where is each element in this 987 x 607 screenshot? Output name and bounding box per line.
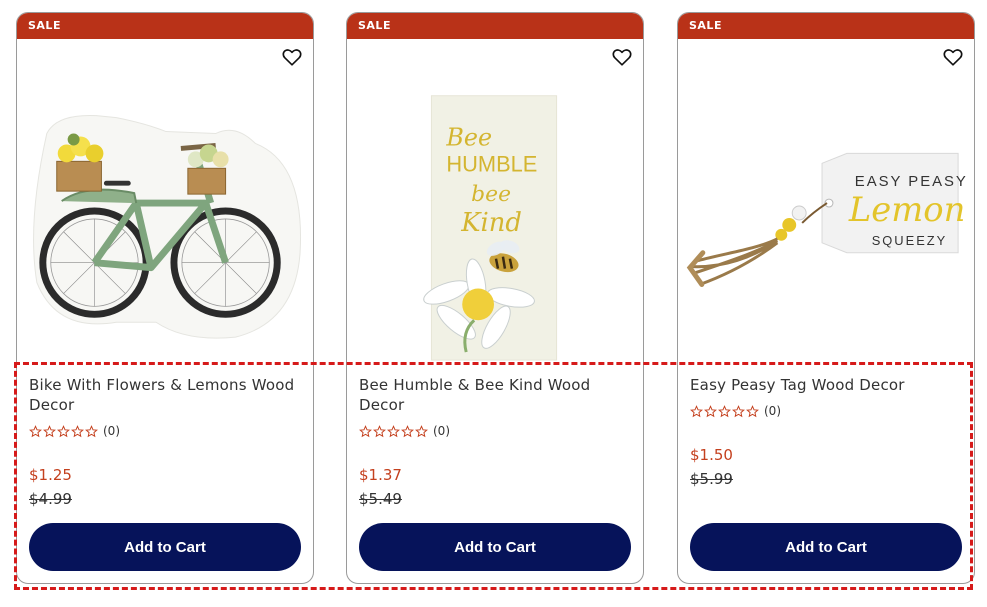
star-outline-icon bbox=[373, 424, 386, 437]
tag-text-line-3: SQUEEZY bbox=[872, 233, 948, 248]
product-image-easy-peasy[interactable]: EASY PEASY Lemon SQUEEZY bbox=[678, 53, 974, 371]
star-outline-icon bbox=[401, 424, 414, 437]
rating-count: (0) bbox=[103, 424, 120, 438]
rating-count: (0) bbox=[433, 424, 450, 438]
sign-text-line-3: bee bbox=[471, 182, 511, 207]
sign-text-line-1: Bee bbox=[445, 123, 492, 151]
star-outline-icon bbox=[29, 424, 42, 437]
star-outline-icon bbox=[57, 424, 70, 437]
product-card-bee[interactable]: SALE Bee HUMBLE bee Kind Bee Humble & Be… bbox=[346, 12, 644, 584]
sale-price: $1.50 bbox=[690, 446, 733, 464]
product-image-bike[interactable] bbox=[17, 53, 313, 371]
sale-price: $1.37 bbox=[359, 466, 402, 484]
product-title[interactable]: Bee Humble & Bee Kind Wood Decor bbox=[359, 375, 633, 415]
add-to-cart-button[interactable]: Add to Cart bbox=[359, 523, 631, 571]
sale-badge: SALE bbox=[347, 13, 643, 39]
product-title[interactable]: Easy Peasy Tag Wood Decor bbox=[690, 375, 964, 395]
original-price: $5.99 bbox=[690, 470, 733, 488]
rating-count: (0) bbox=[764, 404, 781, 418]
sign-text-line-4: Kind bbox=[460, 208, 522, 238]
star-outline-icon bbox=[732, 404, 745, 417]
star-outline-icon bbox=[690, 404, 703, 417]
rating-stars[interactable]: (0) bbox=[359, 424, 450, 438]
add-to-cart-button[interactable]: Add to Cart bbox=[29, 523, 301, 571]
sign-text-line-2: HUMBLE bbox=[446, 151, 537, 176]
star-outline-icon bbox=[718, 404, 731, 417]
rating-stars[interactable]: (0) bbox=[690, 404, 781, 418]
sale-badge: SALE bbox=[678, 13, 974, 39]
star-outline-icon bbox=[415, 424, 428, 437]
star-outline-icon bbox=[387, 424, 400, 437]
sale-badge: SALE bbox=[17, 13, 313, 39]
star-outline-icon bbox=[43, 424, 56, 437]
product-image-bee[interactable]: Bee HUMBLE bee Kind bbox=[347, 53, 643, 371]
original-price: $4.99 bbox=[29, 490, 72, 508]
star-outline-icon bbox=[85, 424, 98, 437]
star-outline-icon bbox=[71, 424, 84, 437]
star-outline-icon bbox=[746, 404, 759, 417]
tag-text-line-1: EASY PEASY bbox=[855, 174, 968, 190]
star-outline-icon bbox=[359, 424, 372, 437]
product-card-bike[interactable]: SALE Bike With Flowers & Lemons Wood Dec… bbox=[16, 12, 314, 584]
product-title[interactable]: Bike With Flowers & Lemons Wood Decor bbox=[29, 375, 303, 415]
add-to-cart-button[interactable]: Add to Cart bbox=[690, 523, 962, 571]
star-outline-icon bbox=[704, 404, 717, 417]
product-card-easy-peasy[interactable]: SALE EASY PEASY Lemon SQUEEZY Easy Peasy… bbox=[677, 12, 975, 584]
sale-price: $1.25 bbox=[29, 466, 72, 484]
rating-stars[interactable]: (0) bbox=[29, 424, 120, 438]
original-price: $5.49 bbox=[359, 490, 402, 508]
tag-text-line-2: Lemon bbox=[848, 190, 966, 229]
